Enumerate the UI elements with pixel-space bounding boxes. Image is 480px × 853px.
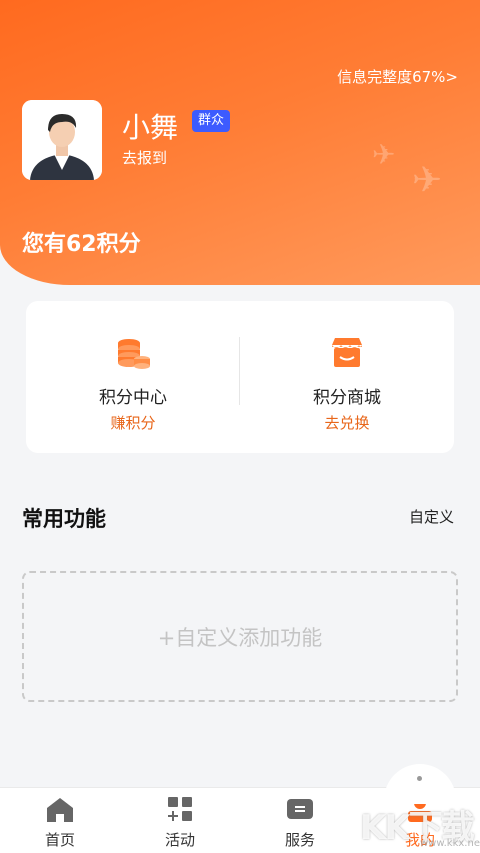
tab-service-label: 服务 <box>284 831 315 849</box>
add-function-label: +自定义添加功能 <box>157 625 323 650</box>
role-badge: 群众 <box>192 110 231 132</box>
home-icon <box>47 798 73 822</box>
active-tab-bump <box>384 764 456 804</box>
info-completeness-link[interactable]: 信息完整度67%> <box>337 66 458 87</box>
bump-dot <box>417 776 422 781</box>
shop-icon <box>332 338 362 367</box>
profile-header: ✈ ✈ 信息完整度67%> 小舞 群众 去报到 您有62积分 <box>0 0 480 285</box>
bird-decoration-icon: ✈ <box>412 160 443 201</box>
points-summary: 您有62积分 <box>22 232 141 257</box>
username: 小舞 <box>122 111 179 144</box>
points-mall-entry[interactable]: 积分商城 去兑换 <box>240 301 454 453</box>
grid-plus-icon <box>168 797 192 821</box>
points-center-entry[interactable]: 积分中心 赚积分 <box>26 301 240 453</box>
tab-home-label: 首页 <box>44 831 75 849</box>
tab-activity-label: 活动 <box>164 831 195 849</box>
points-card: 积分中心 赚积分 积分商城 去兑换 <box>26 301 454 453</box>
customize-button[interactable]: 自定义 <box>409 506 454 527</box>
checkin-link[interactable]: 去报到 <box>122 147 167 168</box>
earn-points-label: 赚积分 <box>110 414 156 432</box>
coins-stack-icon <box>118 339 150 369</box>
tab-activity[interactable]: 活动 <box>120 788 240 853</box>
points-center-title: 积分中心 <box>99 388 167 408</box>
message-icon <box>287 799 313 819</box>
redeem-label: 去兑换 <box>324 414 370 432</box>
watermark-url: www.kkx.net <box>420 838 480 849</box>
add-function-box[interactable]: +自定义添加功能 <box>22 571 458 702</box>
tab-home[interactable]: 首页 <box>0 788 120 853</box>
points-mall-title: 积分商城 <box>313 388 381 408</box>
avatar[interactable] <box>22 100 102 180</box>
common-functions-title: 常用功能 <box>22 507 106 531</box>
bird-decoration-icon: ✈ <box>372 138 396 171</box>
tab-service[interactable]: 服务 <box>240 788 360 853</box>
